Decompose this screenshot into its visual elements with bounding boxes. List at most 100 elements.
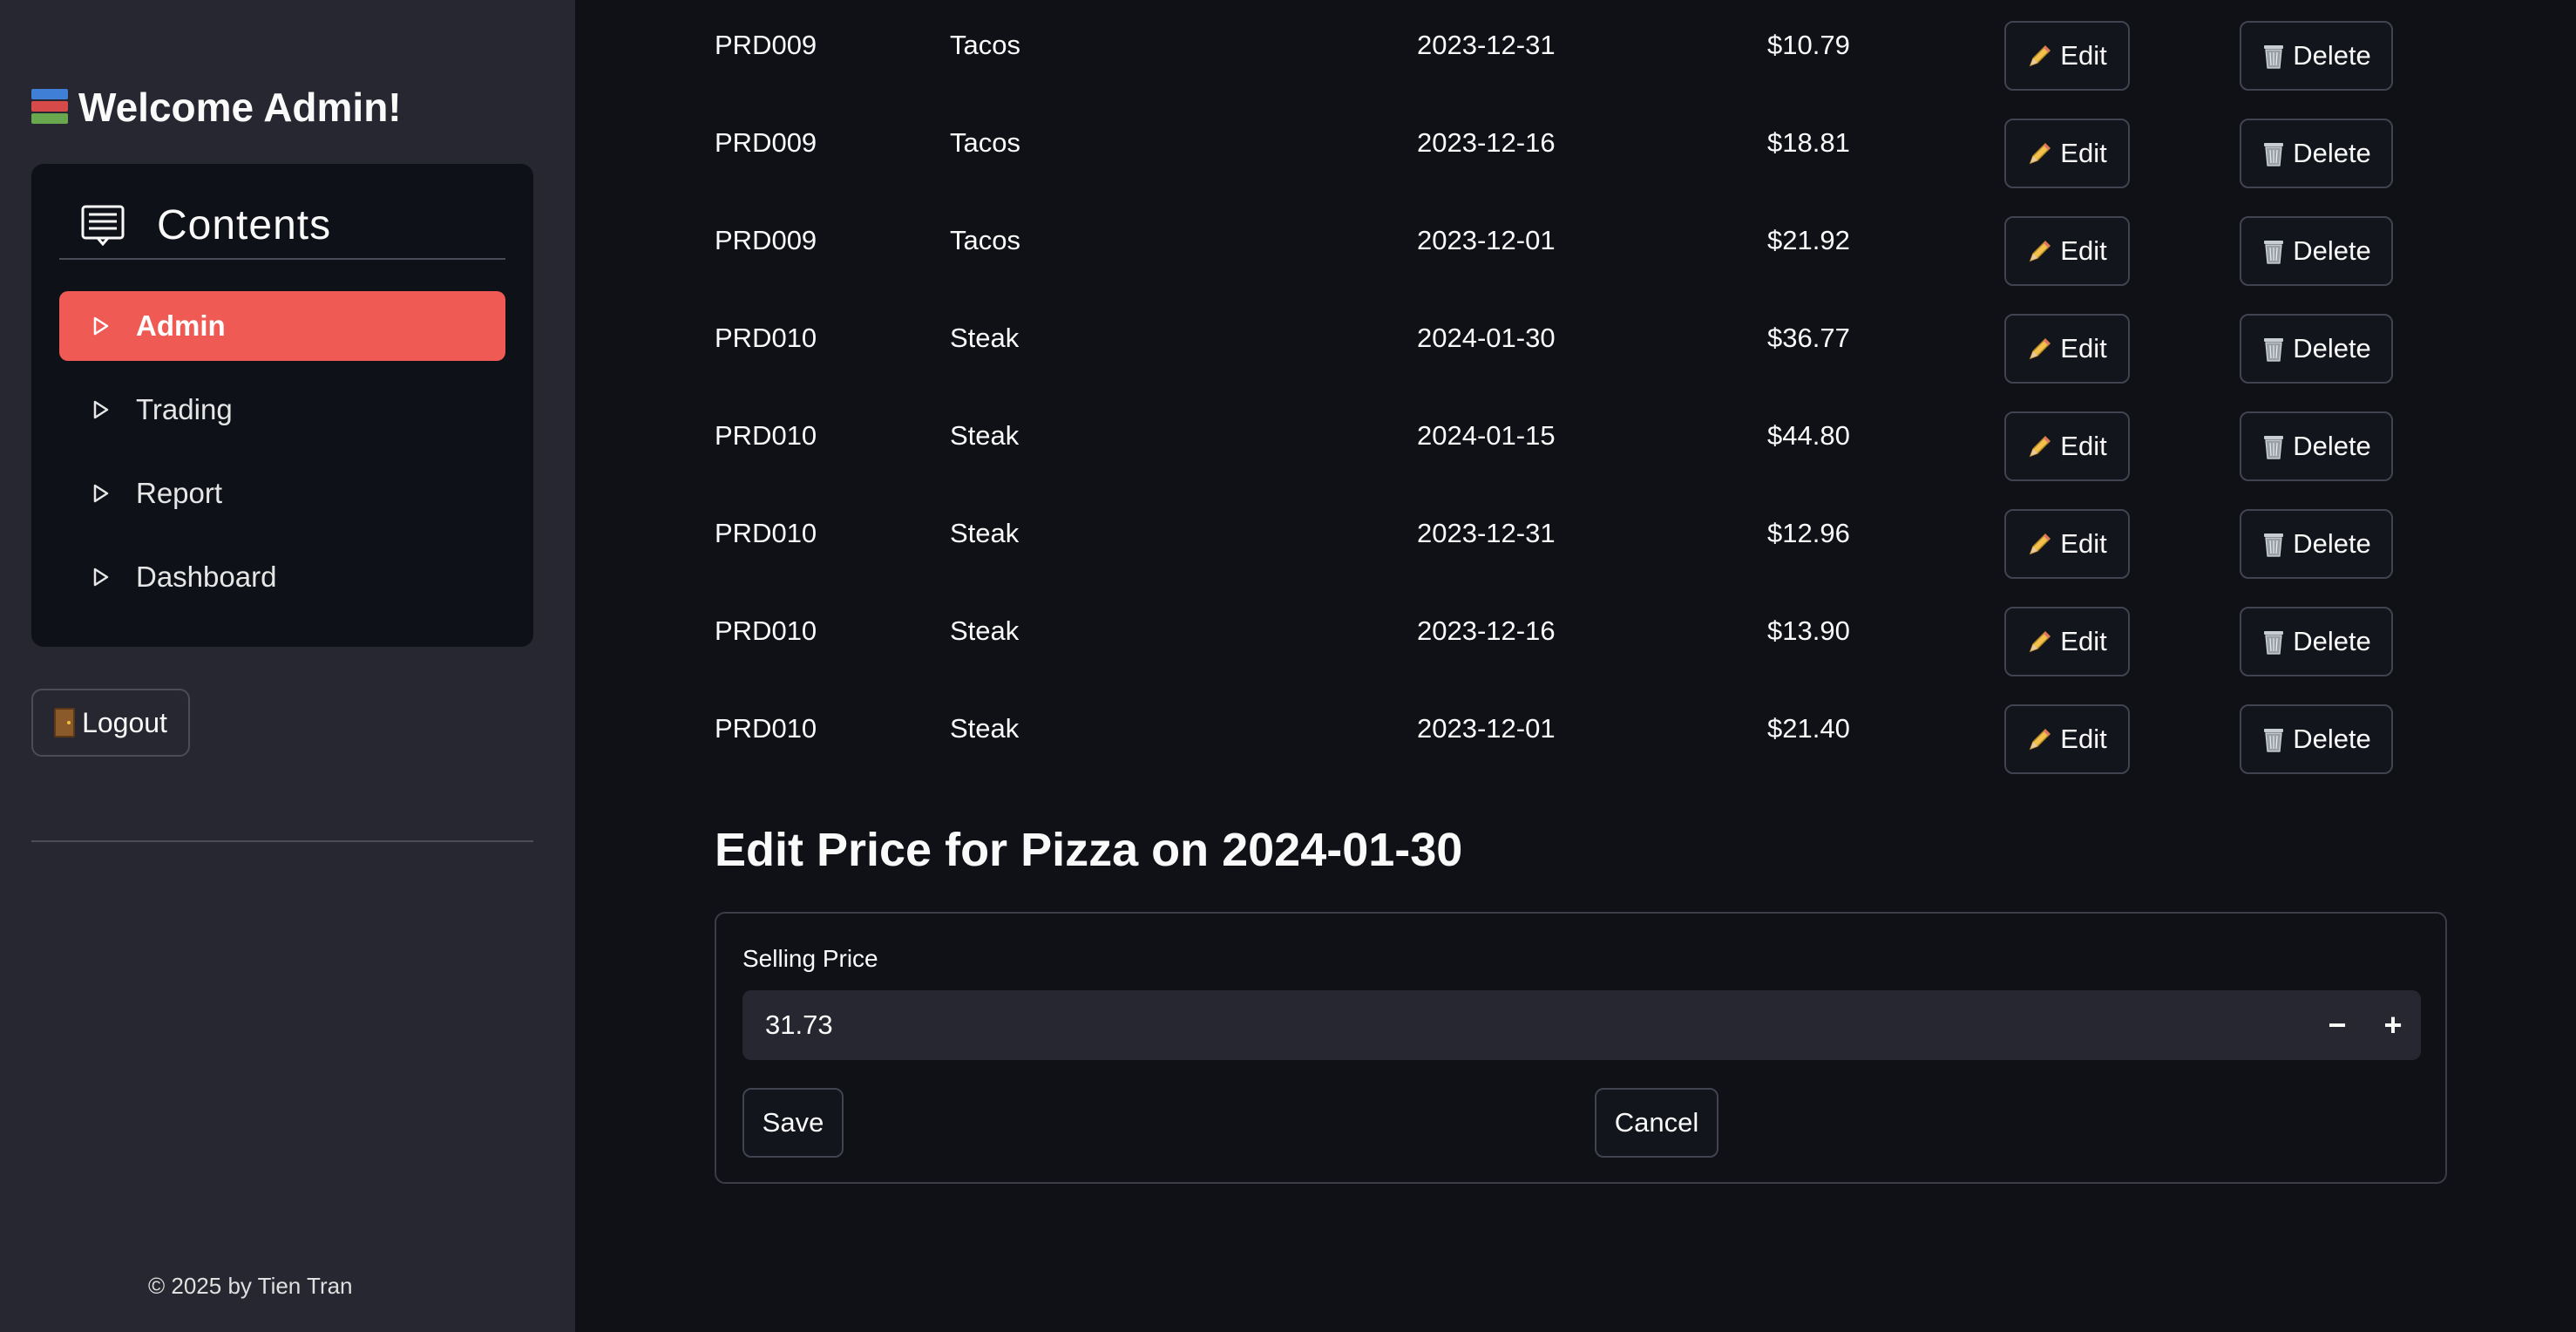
logout-label: Logout bbox=[82, 706, 167, 738]
price-value: $10.79 bbox=[1767, 30, 1850, 60]
price-date: 2023-12-01 bbox=[1417, 225, 1556, 255]
price-value: $36.77 bbox=[1767, 323, 1850, 353]
edit-form-title: Edit Price for Pizza on 2024-01-30 bbox=[715, 824, 1463, 876]
table-row: PRD010 Steak 2023-12-16 $13.90 Edit Dele… bbox=[715, 586, 2457, 683]
sidebar-item-report[interactable]: Report bbox=[59, 459, 505, 528]
save-button[interactable]: Save bbox=[742, 1088, 844, 1158]
product-name: Tacos bbox=[950, 30, 1020, 60]
product-name: Steak bbox=[950, 323, 1020, 353]
delete-button[interactable]: Delete bbox=[2240, 607, 2393, 676]
sidebar-item-trading[interactable]: Trading bbox=[59, 375, 505, 445]
sidebar-item-label: Trading bbox=[136, 393, 233, 425]
selling-price-label: Selling Price bbox=[742, 945, 878, 972]
delete-button[interactable]: Delete bbox=[2240, 216, 2393, 286]
price-date: 2023-12-16 bbox=[1417, 127, 1556, 158]
pencil-icon bbox=[2029, 44, 2051, 67]
delete-button[interactable]: Delete bbox=[2240, 314, 2393, 384]
door-icon bbox=[54, 708, 76, 737]
delete-label: Delete bbox=[2293, 138, 2371, 168]
edit-label: Edit bbox=[2060, 626, 2107, 656]
delete-label: Delete bbox=[2293, 724, 2371, 754]
edit-button[interactable]: Edit bbox=[2004, 411, 2130, 481]
edit-label: Edit bbox=[2060, 431, 2107, 461]
edit-button[interactable]: Edit bbox=[2004, 314, 2130, 384]
sidebar-divider bbox=[31, 840, 533, 842]
sidebar-item-admin[interactable]: Admin bbox=[59, 291, 505, 361]
price-value: $12.96 bbox=[1767, 518, 1850, 548]
price-date: 2023-12-16 bbox=[1417, 615, 1556, 646]
contents-menu: Contents Admin Trading Report Dashboard bbox=[31, 164, 533, 647]
play-triangle-icon bbox=[93, 316, 109, 336]
document-icon bbox=[80, 204, 125, 247]
table-row: PRD009 Tacos 2023-12-01 $21.92 Edit Dele… bbox=[715, 195, 2457, 293]
sidebar-item-label: Dashboard bbox=[136, 561, 277, 593]
table-row: PRD010 Steak 2024-01-30 $36.77 Edit Dele… bbox=[715, 293, 2457, 391]
price-date: 2023-12-01 bbox=[1417, 713, 1556, 744]
product-code: PRD010 bbox=[715, 420, 817, 451]
delete-button[interactable]: Delete bbox=[2240, 704, 2393, 774]
edit-button[interactable]: Edit bbox=[2004, 509, 2130, 579]
product-code: PRD009 bbox=[715, 225, 817, 255]
welcome-text: Welcome Admin! bbox=[78, 85, 402, 130]
sidebar-item-label: Report bbox=[136, 477, 223, 509]
pencil-icon bbox=[2029, 630, 2051, 653]
price-value: $13.90 bbox=[1767, 615, 1850, 646]
edit-label: Edit bbox=[2060, 333, 2107, 364]
decrement-button[interactable]: − bbox=[2309, 990, 2365, 1060]
pencil-icon bbox=[2029, 240, 2051, 262]
price-value: $21.92 bbox=[1767, 225, 1850, 255]
trash-icon bbox=[2264, 631, 2284, 655]
selling-price-input[interactable]: 31.73 − + bbox=[742, 990, 2421, 1060]
menu-title: Contents bbox=[157, 201, 332, 248]
delete-label: Delete bbox=[2293, 528, 2371, 559]
delete-button[interactable]: Delete bbox=[2240, 411, 2393, 481]
logout-button[interactable]: Logout bbox=[31, 689, 190, 757]
trash-icon bbox=[2264, 533, 2284, 557]
books-icon bbox=[31, 87, 68, 127]
product-name: Steak bbox=[950, 420, 1020, 451]
price-value: $18.81 bbox=[1767, 127, 1850, 158]
edit-button[interactable]: Edit bbox=[2004, 119, 2130, 188]
table-row: PRD010 Steak 2023-12-01 $21.40 Edit Dele… bbox=[715, 683, 2457, 781]
trash-icon bbox=[2264, 143, 2284, 166]
pencil-icon bbox=[2029, 533, 2051, 555]
delete-label: Delete bbox=[2293, 40, 2371, 71]
price-date: 2024-01-15 bbox=[1417, 420, 1556, 451]
table-row: PRD010 Steak 2023-12-31 $12.96 Edit Dele… bbox=[715, 488, 2457, 586]
table-row: PRD009 Tacos 2023-12-16 $18.81 Edit Dele… bbox=[715, 98, 2457, 195]
delete-label: Delete bbox=[2293, 431, 2371, 461]
sidebar-item-dashboard[interactable]: Dashboard bbox=[59, 542, 505, 612]
product-name: Steak bbox=[950, 518, 1020, 548]
pencil-icon bbox=[2029, 142, 2051, 165]
price-date: 2023-12-31 bbox=[1417, 518, 1556, 548]
table-row: PRD010 Steak 2024-01-15 $44.80 Edit Dele… bbox=[715, 391, 2457, 488]
play-triangle-icon bbox=[93, 400, 109, 419]
edit-label: Edit bbox=[2060, 528, 2107, 559]
play-triangle-icon bbox=[93, 484, 109, 503]
delete-label: Delete bbox=[2293, 235, 2371, 266]
edit-button[interactable]: Edit bbox=[2004, 21, 2130, 91]
price-date: 2024-01-30 bbox=[1417, 323, 1556, 353]
edit-button[interactable]: Edit bbox=[2004, 216, 2130, 286]
delete-button[interactable]: Delete bbox=[2240, 119, 2393, 188]
edit-label: Edit bbox=[2060, 40, 2107, 71]
delete-button[interactable]: Delete bbox=[2240, 509, 2393, 579]
table-row: PRD009 Tacos 2023-12-31 $10.79 Edit Dele… bbox=[715, 0, 2457, 98]
pencil-icon bbox=[2029, 435, 2051, 458]
footer-copyright: © 2025 by Tien Tran bbox=[148, 1273, 353, 1299]
edit-button[interactable]: Edit bbox=[2004, 607, 2130, 676]
welcome-heading: Welcome Admin! bbox=[31, 84, 402, 131]
product-code: PRD010 bbox=[715, 615, 817, 646]
cancel-button[interactable]: Cancel bbox=[1595, 1088, 1718, 1158]
product-name: Tacos bbox=[950, 225, 1020, 255]
sidebar-item-label: Admin bbox=[136, 309, 226, 342]
delete-button[interactable]: Delete bbox=[2240, 21, 2393, 91]
edit-button[interactable]: Edit bbox=[2004, 704, 2130, 774]
trash-icon bbox=[2264, 45, 2284, 69]
edit-label: Edit bbox=[2060, 138, 2107, 168]
product-code: PRD010 bbox=[715, 323, 817, 353]
edit-price-form: Selling Price 31.73 − + Save Cancel bbox=[715, 912, 2447, 1184]
product-code: PRD010 bbox=[715, 713, 817, 744]
selling-price-value[interactable]: 31.73 bbox=[765, 1009, 2309, 1041]
increment-button[interactable]: + bbox=[2365, 990, 2421, 1060]
